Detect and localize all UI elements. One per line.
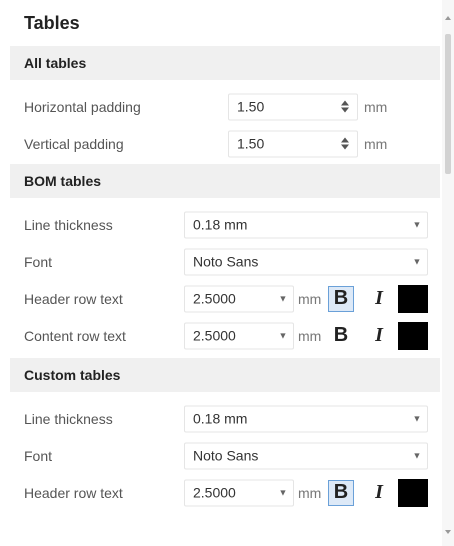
bom-header-size-select[interactable]: 2.5000 ▼ [184,285,294,312]
section-header-bom-tables: BOM tables [10,164,440,198]
bom-header-size-unit: mm [298,290,322,307]
chevron-down-icon: ▼ [278,487,288,498]
section-header-custom-tables: Custom tables [10,358,440,392]
bom-content-size-unit: mm [298,327,322,344]
bom-font-row: Font Noto Sans ▼ [10,243,440,280]
custom-header-row-text-row: Header row text 2.5000 ▼ mm B I [10,474,440,511]
custom-font-row: Font Noto Sans ▼ [10,437,440,474]
custom-header-size-unit: mm [298,484,322,501]
bold-toggle-button[interactable]: B [328,479,354,506]
tables-settings-panel: Tables All tables Horizontal padding 1.5… [10,0,440,546]
bom-font-select[interactable]: Noto Sans ▼ [184,248,428,275]
text-color-swatch[interactable] [398,284,428,313]
chevron-down-icon: ▼ [412,219,422,230]
vertical-padding-input[interactable]: 1.50 [228,130,358,157]
chevron-down-icon: ▼ [278,330,288,341]
bom-line-thickness-label: Line thickness [24,216,113,233]
chevron-down-icon: ▼ [412,413,422,424]
bom-content-size-select[interactable]: 2.5000 ▼ [184,322,294,349]
section-header-all-tables: All tables [10,46,440,80]
italic-toggle-button[interactable]: I [366,286,392,312]
text-color-swatch[interactable] [398,321,428,350]
chevron-down-icon: ▼ [278,293,288,304]
vertical-padding-label: Vertical padding [24,135,124,152]
chevron-down-icon: ▼ [412,256,422,267]
bom-line-thickness-select[interactable]: 0.18 mm ▼ [184,211,428,238]
bold-toggle-button[interactable]: B [328,285,354,312]
italic-toggle-button[interactable]: I [366,480,392,506]
bom-line-thickness-row: Line thickness 0.18 mm ▼ [10,206,440,243]
scroll-up-arrow-icon[interactable] [445,16,451,20]
text-color-swatch[interactable] [398,478,428,507]
custom-header-size-select[interactable]: 2.5000 ▼ [184,479,294,506]
vertical-padding-row: Vertical padding 1.50 mm [10,125,440,162]
horizontal-padding-input[interactable]: 1.50 [228,93,358,120]
horizontal-padding-label: Horizontal padding [24,98,141,115]
horizontal-padding-row: Horizontal padding 1.50 mm [10,88,440,125]
scrollbar-thumb[interactable] [445,34,451,174]
italic-toggle-button[interactable]: I [366,323,392,349]
custom-font-select[interactable]: Noto Sans ▼ [184,442,428,469]
spinner-icon[interactable] [341,100,349,113]
vertical-padding-unit: mm [364,135,388,152]
custom-header-row-text-label: Header row text [24,484,123,501]
bold-toggle-button[interactable]: B [328,323,354,349]
custom-line-thickness-label: Line thickness [24,410,113,427]
spinner-icon[interactable] [341,137,349,150]
vertical-scrollbar[interactable] [442,0,454,546]
bom-font-label: Font [24,253,53,270]
custom-line-thickness-row: Line thickness 0.18 mm ▼ [10,400,440,437]
bom-header-row-text-label: Header row text [24,290,123,307]
custom-line-thickness-select[interactable]: 0.18 mm ▼ [184,405,428,432]
scroll-down-arrow-icon[interactable] [445,530,451,534]
custom-font-label: Font [24,447,53,464]
chevron-down-icon: ▼ [412,450,422,461]
horizontal-padding-unit: mm [364,98,388,115]
bom-content-row-text-row: Content row text 2.5000 ▼ mm B I [10,317,440,354]
bom-content-row-text-label: Content row text [24,327,126,344]
bom-header-row-text-row: Header row text 2.5000 ▼ mm B I [10,280,440,317]
panel-title: Tables [24,12,80,33]
